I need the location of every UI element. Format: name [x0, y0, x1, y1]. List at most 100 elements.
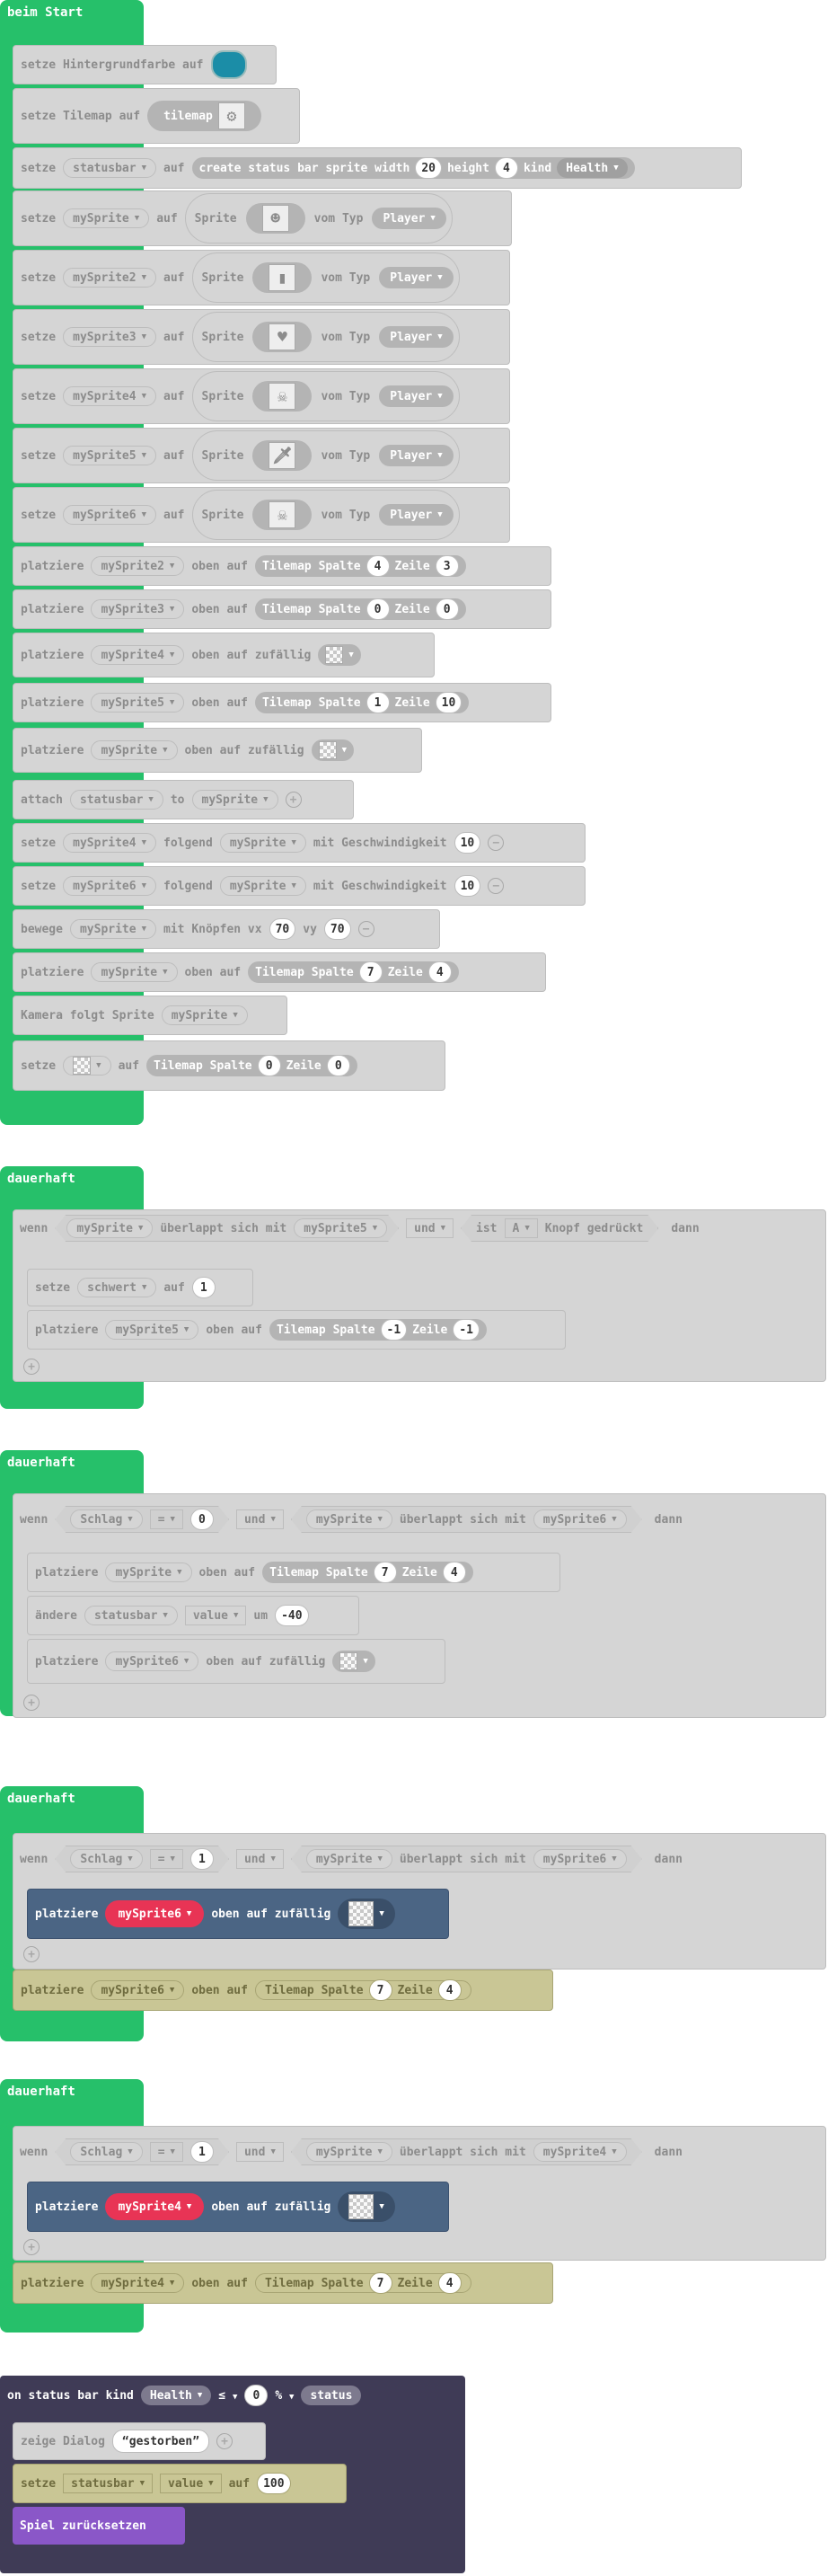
reset-game-block[interactable]: Spiel zurücksetzen	[13, 2507, 185, 2545]
operator-dropdown[interactable]: = ▼	[150, 2142, 183, 2162]
set-sprite-block[interactable]: setze mySprite ▼ auf Sprite ☻ vom Typ Player ▼	[13, 190, 512, 246]
height-input[interactable]: 4	[494, 157, 518, 179]
add-else-icon[interactable]: +	[23, 1695, 40, 1711]
place-on-tile-block[interactable]: platziere mySprite ▼ oben auf Tilemap Spa…	[27, 1553, 560, 1592]
value-input[interactable]: 1	[191, 1277, 216, 1298]
value-input[interactable]: 1	[190, 1848, 214, 1870]
row-input[interactable]: 0	[326, 1055, 350, 1076]
col-input[interactable]: 0	[366, 598, 390, 620]
value-input[interactable]: -40	[275, 1605, 309, 1626]
collapse-minus-icon[interactable]: −	[488, 878, 505, 894]
add-else-icon[interactable]: +	[23, 2239, 40, 2255]
set-statusbar-value-block[interactable]: setze statusbar ▼ value ▼ auf 100	[13, 2464, 347, 2503]
place-on-tile-block[interactable]: platziere mySprite5 ▼ oben auf Tilemap Sp…	[27, 1310, 566, 1350]
speed-input[interactable]: 10	[454, 875, 481, 897]
tilemap-location-reporter[interactable]: Tilemap Spalte 7 Zeile 4	[262, 1562, 473, 1583]
variable-dropdown[interactable]: mySprite ▼	[161, 1005, 248, 1025]
place-on-tile-block[interactable]: platziere mySprite2 ▼ oben auf Tilemap Sp…	[13, 546, 551, 586]
tile-dropdown[interactable]: ▼	[311, 739, 354, 761]
vx-input[interactable]: 70	[269, 918, 296, 940]
property-dropdown[interactable]: value ▼	[160, 2474, 222, 2493]
tilemap-location-reporter[interactable]: Tilemap Spalte 0 Zeile 0	[146, 1055, 357, 1076]
expand-plus-icon[interactable]: +	[285, 792, 302, 808]
speed-input[interactable]: 10	[454, 832, 481, 854]
variable-dropdown[interactable]: Schlag ▼	[70, 1509, 142, 1529]
place-on-tile-block[interactable]: platziere mySprite5 ▼ oben auf Tilemap Sp…	[13, 683, 551, 722]
variable-dropdown[interactable]: mySprite ▼	[91, 962, 178, 982]
variable-dropdown[interactable]: mySprite5 ▼	[294, 1218, 387, 1238]
overlap-condition[interactable]: mySprite ▼ überlappt sich mit mySprite6 ▼	[291, 1846, 642, 1872]
property-dropdown[interactable]: value ▼	[184, 1606, 247, 1625]
expand-plus-icon[interactable]: +	[216, 2433, 233, 2449]
set-sprite-block[interactable]: setze mySprite2 ▼ auf Sprite ▮ vom Typ Player ▼	[13, 250, 510, 305]
button-pressed-condition[interactable]: ist A ▼ Knopf gedrückt	[461, 1215, 658, 1242]
value-input[interactable]: 0	[244, 2385, 269, 2406]
variable-dropdown[interactable]: mySprite5 ▼	[91, 693, 185, 713]
comparator-dropdown[interactable]: ≤ ▼	[218, 2389, 237, 2403]
variable-dropdown[interactable]: mySprite ▼	[69, 919, 157, 939]
variable-dropdown[interactable]: mySprite6 ▼	[105, 1651, 199, 1671]
and-dropdown[interactable]: und ▼	[235, 2142, 284, 2162]
change-statusbar-block[interactable]: ändere statusbar ▼ value ▼ um -40	[27, 1596, 359, 1635]
sprite-reporter[interactable]: Sprite ☠ vom Typ Player ▼	[191, 490, 460, 540]
place-random-block[interactable]: platziere mySprite4 ▼ oben auf zufällig ▼	[13, 633, 435, 677]
row-input[interactable]: 4	[437, 1979, 462, 2001]
variable-dropdown[interactable]: mySprite2 ▼	[63, 268, 157, 288]
collapse-minus-icon[interactable]: −	[488, 835, 505, 851]
collapse-minus-icon[interactable]: −	[357, 921, 374, 937]
sprite-image-picker[interactable]: ☻	[245, 203, 305, 234]
variable-dropdown[interactable]: mySprite ▼	[63, 208, 150, 228]
row-input[interactable]: 4	[437, 2272, 462, 2294]
width-input[interactable]: 20	[415, 157, 442, 179]
variable-dropdown[interactable]: mySprite3 ▼	[63, 327, 157, 347]
variable-dropdown[interactable]: Schlag ▼	[70, 1849, 142, 1869]
sprite-image-picker[interactable]: 🗡	[252, 440, 313, 471]
variable-dropdown[interactable]: mySprite6 ▼	[63, 876, 157, 896]
variable-dropdown[interactable]: mySprite ▼	[91, 740, 178, 760]
set-tilemap-block[interactable]: setze Tilemap auf tilemap ⚙	[13, 88, 300, 144]
set-sprite-block[interactable]: setze mySprite5 ▼ auf Sprite 🗡 vom Typ Player ▼	[13, 428, 510, 483]
vy-input[interactable]: 70	[323, 918, 351, 940]
value-input[interactable]: 0	[190, 1509, 214, 1530]
tile-dropdown[interactable]: ▼	[63, 1056, 111, 1076]
set-background-block[interactable]: setze Hintergrundfarbe auf	[13, 45, 277, 84]
sprite-reporter[interactable]: Sprite ☻ vom Typ Player ▼	[184, 193, 453, 243]
variable-dropdown[interactable]: schwert ▼	[77, 1278, 157, 1297]
and-dropdown[interactable]: und ▼	[235, 1509, 284, 1529]
place-on-tile-block[interactable]: platziere mySprite4 ▼ oben auf Tilemap Sp…	[13, 2262, 553, 2304]
unit-dropdown[interactable]: % ▼	[275, 2389, 294, 2403]
add-else-icon[interactable]: +	[23, 1946, 40, 1962]
col-input[interactable]: 7	[358, 961, 383, 983]
status-param[interactable]: status	[301, 2386, 362, 2405]
tilemap-location-reporter[interactable]: Tilemap Spalte 7 Zeile 4	[254, 2272, 471, 2294]
move-with-buttons-block[interactable]: bewege mySprite ▼ mit Knöpfen vx 70 vy 70…	[13, 909, 440, 949]
variable-dropdown[interactable]: mySprite ▼	[219, 876, 306, 896]
variable-dropdown[interactable]: mySprite ▼	[306, 2142, 392, 2162]
variable-dropdown[interactable]: statusbar ▼	[63, 158, 157, 178]
col-input[interactable]: 7	[368, 2272, 392, 2294]
variable-dropdown[interactable]: mySprite4 ▼	[533, 2142, 627, 2162]
tilemap-location-reporter[interactable]: Tilemap Spalte 0 Zeile 0	[254, 598, 466, 620]
place-random-block[interactable]: platziere mySprite6 ▼ oben auf zufällig ▼	[27, 1889, 449, 1939]
sprite-image-picker[interactable]: ☠	[252, 500, 313, 530]
set-sprite-block[interactable]: setze mySprite6 ▼ auf Sprite ☠ vom Typ Player ▼	[13, 487, 510, 543]
value-input[interactable]: 1	[190, 2141, 214, 2163]
row-input[interactable]: 4	[427, 961, 452, 983]
compare-condition[interactable]: Schlag ▼ = ▼ 1	[55, 1846, 229, 1872]
variable-dropdown[interactable]: mySprite2 ▼	[91, 556, 185, 576]
variable-dropdown[interactable]: mySprite6 ▼	[91, 1980, 185, 2000]
variable-dropdown[interactable]: mySprite6 ▼	[105, 1900, 205, 1927]
overlap-condition[interactable]: mySprite ▼ überlappt sich mit mySprite6 ▼	[291, 1506, 642, 1533]
variable-dropdown[interactable]: mySprite4 ▼	[105, 2193, 205, 2220]
row-input[interactable]: 4	[442, 1562, 466, 1583]
kind-dropdown[interactable]: Player ▼	[372, 208, 446, 229]
variable-dropdown[interactable]: Schlag ▼	[70, 2142, 142, 2162]
follow-block[interactable]: setze mySprite6 ▼ folgend mySprite ▼ mit G…	[13, 866, 586, 906]
place-random-block[interactable]: platziere mySprite6 ▼ oben auf zufällig ▼	[27, 1639, 445, 1684]
variable-dropdown[interactable]: statusbar ▼	[63, 2474, 154, 2493]
kind-dropdown[interactable]: Player ▼	[379, 504, 454, 526]
kind-dropdown[interactable]: Player ▼	[379, 385, 454, 407]
tilemap-location-reporter[interactable]: Tilemap Spalte 7 Zeile 4	[254, 1979, 471, 2001]
kind-dropdown[interactable]: Player ▼	[379, 326, 454, 348]
row-input[interactable]: 10	[435, 692, 462, 713]
